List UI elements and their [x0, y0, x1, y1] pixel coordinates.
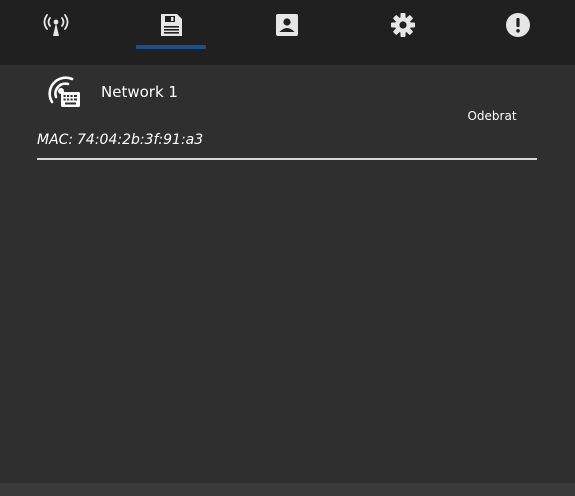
- app-window: Network 1 Odebrat MAC: 74:04:2b:3f:91:a3: [0, 0, 575, 496]
- tab-save[interactable]: [136, 0, 206, 50]
- mac-address-value: 74:04:2b:3f:91:a3: [77, 132, 204, 148]
- tab-bar: [0, 0, 575, 65]
- tab-contact[interactable]: [252, 0, 322, 50]
- tab-broadcast[interactable]: [21, 0, 91, 50]
- mac-label: MAC:: [37, 132, 74, 148]
- tab-settings[interactable]: [368, 0, 438, 50]
- alert-icon: [505, 12, 531, 38]
- broadcast-tower-icon: [42, 13, 70, 37]
- active-tab-indicator: [136, 45, 206, 49]
- tab-alerts[interactable]: [483, 0, 553, 50]
- bottom-edge: [0, 483, 575, 496]
- mac-address-field[interactable]: MAC: 74:04:2b:3f:91:a3: [37, 131, 537, 160]
- network-name: Network 1: [101, 83, 178, 101]
- wifi-device-icon: [44, 74, 82, 110]
- remove-button[interactable]: Odebrat: [462, 106, 522, 126]
- contact-card-icon: [275, 13, 299, 37]
- save-icon: [159, 13, 183, 37]
- gear-icon: [390, 12, 416, 38]
- content-area: [0, 65, 575, 483]
